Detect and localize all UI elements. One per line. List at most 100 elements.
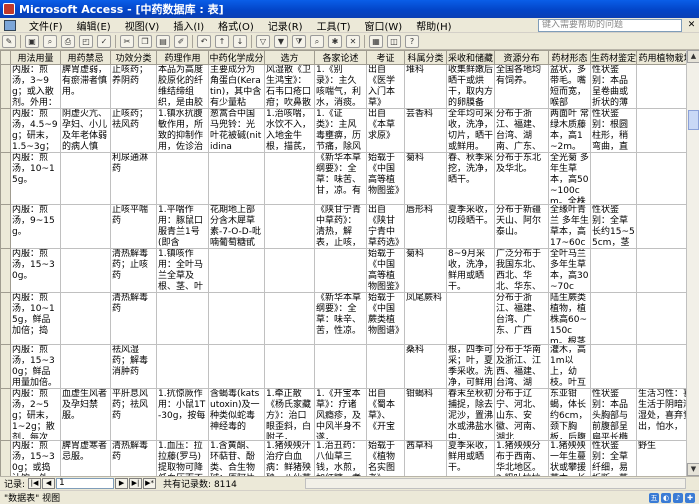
document-icon[interactable] (4, 19, 16, 31)
horizontal-scrollbar[interactable] (305, 478, 686, 489)
tray-icon[interactable]: ◐ (661, 492, 671, 503)
table-cell[interactable]: 内服：煎汤，3~9g；或入散剂。外用：适 (10, 64, 61, 109)
database-window-icon[interactable]: ▦ (369, 34, 383, 48)
table-cell[interactable] (264, 292, 315, 345)
delete-record-icon[interactable]: ✕ (346, 34, 360, 48)
table-cell[interactable]: 始载于《中国蕨类植物图谱》 (366, 292, 405, 345)
table-cell[interactable]: 1.牵正散《杨氏家藏方》：治口眼歪斜，白附子， (264, 388, 315, 441)
row-selector[interactable] (0, 64, 11, 109)
table-cell[interactable] (60, 248, 111, 293)
table-cell[interactable]: 血虚生风者及孕妇禁服。 (60, 388, 111, 441)
table-cell[interactable] (156, 152, 209, 205)
table-cell[interactable]: 1.平喘作用：豚鼠口服青兰1号(即含 (156, 204, 209, 249)
column-header[interactable]: 采收和储藏 (446, 50, 495, 65)
select-all-corner[interactable] (0, 50, 11, 65)
spell-check-icon[interactable]: ✓ (97, 34, 111, 48)
table-cell[interactable]: 陆生蕨类植物，植株高60~150cm。根茎短 (548, 292, 591, 345)
table-cell[interactable] (156, 292, 209, 345)
table-cell[interactable]: 止咳药；祛风药 (110, 108, 157, 153)
table-cell[interactable]: 清热解毒药；止咳药 (110, 248, 157, 293)
print-preview-icon[interactable]: ◰ (79, 34, 93, 48)
table-cell[interactable]: 1.猪殃殃汁治疗白血病：鲜猪殃殃、八仙草三钱， (264, 440, 315, 476)
menu-item[interactable]: 编辑(E) (70, 18, 118, 33)
table-cell[interactable]: 出自《本草求原》 (366, 108, 405, 153)
table-cell[interactable]: 分布于浙江、福建、台湾、广东、广西 (494, 292, 549, 345)
table-cell[interactable]: 1.治丑药：八仙草三钱，水煎，加红糖，煮开服。 (314, 440, 367, 476)
last-record-icon[interactable]: ▶| (129, 478, 143, 489)
table-cell[interactable]: 分布于浙江、福建、台湾、湖南、广东、 (494, 108, 549, 153)
next-record-icon[interactable]: ▶ (115, 478, 129, 489)
table-cell[interactable]: 出自《陕甘宁青中草药选》 (366, 204, 405, 249)
table-cell[interactable]: 灌木，高1m以上，幼枝。叶互生，叶片纸质，有 (548, 344, 591, 389)
table-cell[interactable]: 根，四季可采；叶，夏季采收。洗净，可鲜用或晒 (446, 344, 495, 389)
table-cell[interactable]: 全叶马兰 多年生草本，高30~70cm。直径 (548, 248, 591, 293)
table-cell[interactable]: 脾胃虚弱，有瘀滞者慎用。 (60, 64, 111, 109)
table-cell[interactable]: 内服：煎汤，15~30g；或捣汁饮。外用：适 (10, 440, 61, 476)
table-cell[interactable]: 8~9月采收，洗净，鲜用或晒干。 (446, 248, 495, 293)
menu-item[interactable]: 窗口(W) (357, 18, 409, 33)
table-cell[interactable]: 内服：煎汤，4.5~9g；研末，1.5~3g；或浸酒； (10, 108, 61, 153)
access-app-icon[interactable] (3, 3, 15, 15)
table-cell[interactable]: 《新华本草纲要》：全草：味辛、苦，性凉。 (314, 292, 367, 345)
column-header[interactable]: 科属分类 (404, 50, 447, 65)
table-cell[interactable] (264, 152, 315, 205)
column-header[interactable]: 各家论述 (314, 50, 367, 65)
cut-icon[interactable]: ✂ (120, 34, 134, 48)
table-cell[interactable]: 春末至秋初捕捉，除去泥沙，置沸水或沸盐水中， (446, 388, 495, 441)
table-cell[interactable]: 1.《证类》：主风毒壅痹，历节痛，除风利关 (314, 108, 367, 153)
table-cell[interactable]: 利尿通淋药 (110, 152, 157, 205)
table-cell[interactable] (366, 344, 405, 389)
table-cell[interactable]: 1.猪殃殃 一年生蔓状或攀援草本，长20~40cm。 (548, 440, 591, 476)
table-cell[interactable] (314, 248, 367, 293)
design-view-icon[interactable]: ✎ (2, 34, 16, 48)
table-cell[interactable] (590, 292, 637, 345)
print-icon[interactable]: ⎙ (61, 34, 75, 48)
new-record-icon[interactable]: ✱ (328, 34, 342, 48)
table-cell[interactable]: 性状鉴别：本品呈卷曲或折状的薄膜，破碎， (590, 64, 637, 109)
tray-icon[interactable]: ✚ (685, 492, 695, 503)
menu-item[interactable]: 格式(O) (211, 18, 261, 33)
table-cell[interactable]: 芸香科 (404, 108, 447, 153)
table-cell[interactable]: 东亚钳蝎，体长约6cm，颈下胸板，后腹部 (548, 388, 591, 441)
table-cell[interactable]: 分布于新疆天山、阿尔泰山。 (494, 204, 549, 249)
table-cell[interactable]: 菊科 (404, 152, 447, 205)
filter-by-selection-icon[interactable]: ▽ (256, 34, 270, 48)
table-cell[interactable]: 性状鉴别：本品头胸部与前腹部呈扁平长椭圆形， (590, 388, 637, 441)
table-cell[interactable]: 阴虚火亢、孕妇、小儿及年老体弱的病人慎 (60, 108, 111, 153)
scroll-thumb[interactable] (688, 110, 699, 130)
table-cell[interactable]: 茜草科 (404, 440, 447, 476)
table-cell[interactable]: 堆科 (404, 64, 447, 109)
table-cell[interactable] (590, 248, 637, 293)
column-header[interactable]: 考证 (366, 50, 405, 65)
table-row[interactable]: 内服：煎汤，15~30g。 清热解毒药；止咳药 1.镇咳作用：全叶马兰全草及根、茎、… (0, 248, 695, 293)
table-cell[interactable]: 凤尾蕨科 (404, 292, 447, 345)
menu-item[interactable]: 工具(T) (310, 18, 358, 33)
table-cell[interactable] (156, 344, 209, 389)
table-cell[interactable]: 内服：煎汤，15~30g；鲜品用量加倍。外用： (10, 344, 61, 389)
table-cell[interactable]: 分布于辽宁、河北、山东、安徽、河南、湖北 (494, 388, 549, 441)
table-cell[interactable]: 祛风湿药；解毒消肿药 (110, 344, 157, 389)
table-cell[interactable] (264, 204, 315, 249)
find-icon[interactable]: ⌕ (310, 34, 324, 48)
table-cell[interactable]: 清热解毒药 (110, 292, 157, 345)
table-cell[interactable]: 两面叶 常绿木质藤本，高1~2m。幼枝，嫩 (548, 108, 591, 153)
table-cell[interactable]: 清热解毒药 (110, 440, 157, 476)
table-cell[interactable]: 1.《开宝本草》：疗诸风瘾疹，及中风半身不遂， (314, 388, 367, 441)
column-header[interactable]: 用法用量 (10, 50, 61, 65)
filter-by-form-icon[interactable]: ▼ (274, 34, 288, 48)
table-cell[interactable]: 本品为高度胶原化的纤维结缔组织，是由胶 (156, 64, 209, 109)
table-cell[interactable]: 桑科 (404, 344, 447, 389)
table-cell[interactable]: 内服：煎汤，9~15g。 (10, 204, 61, 249)
table-cell[interactable]: 钳蝎科 (404, 388, 447, 441)
table-cell[interactable]: 全光菊 多年生草本，高50~100cm。全株 (548, 152, 591, 205)
table-cell[interactable]: 盆状，多带毛。嘴短而宽，喉部宽…… (548, 64, 591, 109)
table-cell[interactable]: 性状鉴别：全草长约15~55cm，茎丛生于根茎， (590, 204, 637, 249)
close-document-icon[interactable]: ✕ (686, 20, 697, 31)
table-row[interactable]: 内服：煎汤，2~5g；研末，1~2g；散剂，每次 血虚生风者及孕妇禁服。 平肝息风药… (0, 388, 695, 441)
table-row[interactable]: 内服：煎汤，10~15g。 利尿通淋药 《新华本草纲要》：全草：味苦、甘，凉。有 始载… (0, 152, 695, 205)
column-header[interactable]: 中药化学成分 (208, 50, 265, 65)
table-cell[interactable]: 1.猪殃殃分布于西南、华北地区。2.粗叶拉拉 (494, 440, 549, 476)
menu-item[interactable]: 记录(R) (261, 18, 310, 33)
table-cell[interactable]: 1.《别录》：主久咳喘气，利水，消痰。2.《医 (314, 64, 367, 109)
table-row[interactable]: 内服：煎汤，10~15g，鲜品加倍；捣 清热解毒药 《新华本草纲要》：全草：味辛、苦… (0, 292, 695, 345)
